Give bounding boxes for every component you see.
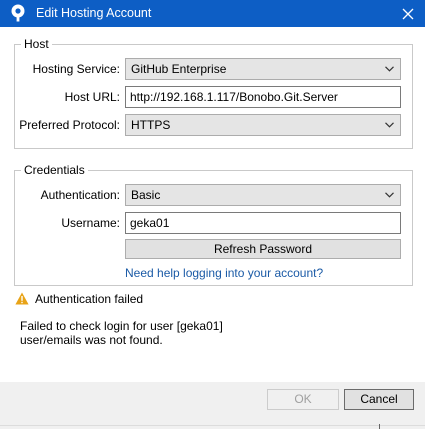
close-button[interactable]	[391, 0, 425, 27]
status-message-line1: Failed to check login for user [geka01]	[20, 319, 223, 333]
authentication-value: Basic	[131, 188, 161, 202]
cancel-button[interactable]: Cancel	[344, 389, 414, 410]
resize-grip[interactable]	[379, 424, 380, 429]
username-label: Username:	[61, 216, 120, 230]
refresh-password-button[interactable]: Refresh Password	[125, 239, 401, 259]
help-login-link[interactable]: Need help logging into your account?	[125, 266, 323, 280]
preferred-protocol-value: HTTPS	[131, 118, 171, 132]
status-title: Authentication failed	[35, 292, 144, 306]
footer-divider	[0, 425, 425, 426]
hosting-service-value: GitHub Enterprise	[131, 62, 227, 76]
status-message-line2: user/emails was not found.	[20, 333, 163, 347]
hosting-service-label: Hosting Service:	[32, 62, 120, 76]
preferred-protocol-select[interactable]: HTTPS	[125, 114, 401, 136]
authentication-select[interactable]: Basic	[125, 184, 401, 206]
ok-button[interactable]: OK	[267, 389, 339, 410]
chevron-down-icon	[385, 122, 394, 128]
host-url-input[interactable]: http://192.168.1.117/Bonobo.Git.Server	[125, 86, 401, 108]
sourcetree-icon	[11, 4, 25, 22]
window-title: Edit Hosting Account	[36, 6, 152, 20]
credentials-group-title: Credentials	[21, 163, 88, 177]
warning-icon	[15, 292, 29, 305]
username-input[interactable]: geka01	[125, 212, 401, 234]
preferred-protocol-label: Preferred Protocol:	[19, 118, 120, 132]
hosting-service-select[interactable]: GitHub Enterprise	[125, 58, 401, 80]
close-icon	[402, 8, 414, 19]
host-group-title: Host	[21, 37, 52, 51]
title-bar: Edit Hosting Account	[0, 0, 425, 27]
host-url-label: Host URL:	[64, 90, 120, 104]
authentication-label: Authentication:	[40, 188, 120, 202]
chevron-down-icon	[385, 66, 394, 72]
chevron-down-icon	[385, 192, 394, 198]
